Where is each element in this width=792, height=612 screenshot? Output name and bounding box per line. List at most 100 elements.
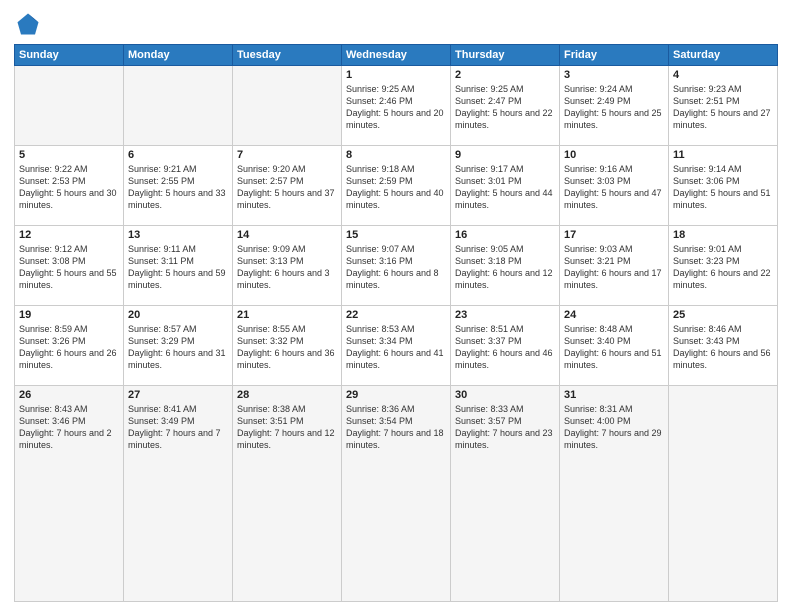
calendar-cell-w1-d1: 6 Sunrise: 9:21 AM Sunset: 2:55 PM Daylig… [124, 146, 233, 226]
calendar-cell-w2-d3: 15Sunrise: 9:07 AM Sunset: 3:16 PM Dayli… [342, 226, 451, 306]
cell-content: Sunrise: 8:55 AM Sunset: 3:32 PM Dayligh… [237, 323, 337, 372]
day-number: 28 [237, 389, 337, 401]
calendar-cell-w3-d1: 20Sunrise: 8:57 AM Sunset: 3:29 PM Dayli… [124, 306, 233, 386]
calendar-cell-w2-d5: 17 Sunrise: 9:03 AM Sunset: 3:21 PM Dayli… [560, 226, 669, 306]
cell-content: Sunrise: 9:01 AM Sunset: 3:23 PM Dayligh… [673, 243, 773, 292]
day-number: 2 [455, 69, 555, 81]
cell-content: Sunrise: 8:38 AM Sunset: 3:51 PM Dayligh… [237, 403, 337, 452]
calendar-cell-w0-d5: 3Sunrise: 9:24 AM Sunset: 2:49 PM Daylig… [560, 66, 669, 146]
calendar-cell-w3-d6: 25 Sunrise: 8:46 AM Sunset: 3:43 PM Dayli… [669, 306, 778, 386]
day-number: 11 [673, 149, 773, 161]
calendar-cell-w4-d5: 31 Sunrise: 8:31 AM Sunset: 4:00 PM Dayli… [560, 386, 669, 602]
weekday-header-tuesday: Tuesday [233, 45, 342, 66]
weekday-header-friday: Friday [560, 45, 669, 66]
day-number: 23 [455, 309, 555, 321]
day-number: 26 [19, 389, 119, 401]
weekday-header-row: SundayMondayTuesdayWednesdayThursdayFrid… [15, 45, 778, 66]
weekday-header-monday: Monday [124, 45, 233, 66]
cell-content: Sunrise: 9:05 AM Sunset: 3:18 PM Dayligh… [455, 243, 555, 292]
calendar-cell-w4-d3: 29 Sunrise: 8:36 AM Sunset: 3:54 PM Dayli… [342, 386, 451, 602]
cell-content: Sunrise: 9:25 AM Sunset: 2:47 PM Dayligh… [455, 83, 555, 132]
calendar-cell-w1-d2: 7Sunrise: 9:20 AM Sunset: 2:57 PM Daylig… [233, 146, 342, 226]
calendar-cell-w4-d2: 28 Sunrise: 8:38 AM Sunset: 3:51 PM Dayli… [233, 386, 342, 602]
cell-content: Sunrise: 9:18 AM Sunset: 2:59 PM Dayligh… [346, 163, 446, 212]
cell-content: Sunrise: 8:36 AM Sunset: 3:54 PM Dayligh… [346, 403, 446, 452]
cell-content: Sunrise: 9:24 AM Sunset: 2:49 PM Dayligh… [564, 83, 664, 132]
day-number: 29 [346, 389, 446, 401]
cell-content: Sunrise: 8:33 AM Sunset: 3:57 PM Dayligh… [455, 403, 555, 452]
calendar-cell-w2-d4: 16 Sunrise: 9:05 AM Sunset: 3:18 PM Dayli… [451, 226, 560, 306]
calendar-cell-w1-d4: 9 Sunrise: 9:17 AM Sunset: 3:01 PM Daylig… [451, 146, 560, 226]
day-number: 1 [346, 69, 446, 81]
day-number: 19 [19, 309, 119, 321]
calendar-cell-w1-d5: 10 Sunrise: 9:16 AM Sunset: 3:03 PM Dayli… [560, 146, 669, 226]
day-number: 17 [564, 229, 664, 241]
calendar-cell-w1-d3: 8 Sunrise: 9:18 AM Sunset: 2:59 PM Daylig… [342, 146, 451, 226]
day-number: 8 [346, 149, 446, 161]
calendar-week-2: 12 Sunrise: 9:12 AM Sunset: 3:08 PM Dayli… [15, 226, 778, 306]
day-number: 4 [673, 69, 773, 81]
calendar-cell-w2-d6: 18Sunrise: 9:01 AM Sunset: 3:23 PM Dayli… [669, 226, 778, 306]
cell-content: Sunrise: 9:17 AM Sunset: 3:01 PM Dayligh… [455, 163, 555, 212]
calendar-cell-w2-d2: 14 Sunrise: 9:09 AM Sunset: 3:13 PM Dayli… [233, 226, 342, 306]
cell-content: Sunrise: 9:14 AM Sunset: 3:06 PM Dayligh… [673, 163, 773, 212]
calendar-cell-w2-d1: 13 Sunrise: 9:11 AM Sunset: 3:11 PM Dayli… [124, 226, 233, 306]
calendar-cell-w4-d1: 27 Sunrise: 8:41 AM Sunset: 3:49 PM Dayli… [124, 386, 233, 602]
day-number: 20 [128, 309, 228, 321]
weekday-header-sunday: Sunday [15, 45, 124, 66]
cell-content: Sunrise: 9:21 AM Sunset: 2:55 PM Dayligh… [128, 163, 228, 212]
cell-content: Sunrise: 8:43 AM Sunset: 3:46 PM Dayligh… [19, 403, 119, 452]
day-number: 24 [564, 309, 664, 321]
day-number: 27 [128, 389, 228, 401]
cell-content: Sunrise: 8:59 AM Sunset: 3:26 PM Dayligh… [19, 323, 119, 372]
day-number: 5 [19, 149, 119, 161]
day-number: 12 [19, 229, 119, 241]
day-number: 16 [455, 229, 555, 241]
cell-content: Sunrise: 8:41 AM Sunset: 3:49 PM Dayligh… [128, 403, 228, 452]
calendar-week-0: 1 Sunrise: 9:25 AM Sunset: 2:46 PM Daylig… [15, 66, 778, 146]
weekday-header-thursday: Thursday [451, 45, 560, 66]
cell-content: Sunrise: 8:46 AM Sunset: 3:43 PM Dayligh… [673, 323, 773, 372]
calendar-week-3: 19 Sunrise: 8:59 AM Sunset: 3:26 PM Dayli… [15, 306, 778, 386]
calendar-cell-w1-d0: 5Sunrise: 9:22 AM Sunset: 2:53 PM Daylig… [15, 146, 124, 226]
page: SundayMondayTuesdayWednesdayThursdayFrid… [0, 0, 792, 612]
day-number: 14 [237, 229, 337, 241]
day-number: 10 [564, 149, 664, 161]
calendar-cell-w3-d0: 19 Sunrise: 8:59 AM Sunset: 3:26 PM Dayli… [15, 306, 124, 386]
day-number: 31 [564, 389, 664, 401]
cell-content: Sunrise: 9:11 AM Sunset: 3:11 PM Dayligh… [128, 243, 228, 292]
cell-content: Sunrise: 9:03 AM Sunset: 3:21 PM Dayligh… [564, 243, 664, 292]
cell-content: Sunrise: 9:16 AM Sunset: 3:03 PM Dayligh… [564, 163, 664, 212]
day-number: 30 [455, 389, 555, 401]
day-number: 13 [128, 229, 228, 241]
day-number: 7 [237, 149, 337, 161]
calendar-cell-w3-d2: 21 Sunrise: 8:55 AM Sunset: 3:32 PM Dayli… [233, 306, 342, 386]
calendar-header: SundayMondayTuesdayWednesdayThursdayFrid… [15, 45, 778, 66]
cell-content: Sunrise: 9:23 AM Sunset: 2:51 PM Dayligh… [673, 83, 773, 132]
day-number: 25 [673, 309, 773, 321]
calendar-body: 1 Sunrise: 9:25 AM Sunset: 2:46 PM Daylig… [15, 66, 778, 602]
day-number: 9 [455, 149, 555, 161]
calendar-cell-w3-d5: 24 Sunrise: 8:48 AM Sunset: 3:40 PM Dayli… [560, 306, 669, 386]
day-number: 6 [128, 149, 228, 161]
calendar-cell-w0-d1 [124, 66, 233, 146]
calendar-week-4: 26 Sunrise: 8:43 AM Sunset: 3:46 PM Dayli… [15, 386, 778, 602]
calendar-cell-w0-d6: 4 Sunrise: 9:23 AM Sunset: 2:51 PM Daylig… [669, 66, 778, 146]
cell-content: Sunrise: 9:09 AM Sunset: 3:13 PM Dayligh… [237, 243, 337, 292]
calendar-week-1: 5Sunrise: 9:22 AM Sunset: 2:53 PM Daylig… [15, 146, 778, 226]
day-number: 21 [237, 309, 337, 321]
cell-content: Sunrise: 9:12 AM Sunset: 3:08 PM Dayligh… [19, 243, 119, 292]
calendar-cell-w0-d0 [15, 66, 124, 146]
cell-content: Sunrise: 9:25 AM Sunset: 2:46 PM Dayligh… [346, 83, 446, 132]
cell-content: Sunrise: 8:51 AM Sunset: 3:37 PM Dayligh… [455, 323, 555, 372]
calendar-cell-w0-d2 [233, 66, 342, 146]
cell-content: Sunrise: 8:31 AM Sunset: 4:00 PM Dayligh… [564, 403, 664, 452]
calendar-cell-w0-d3: 1 Sunrise: 9:25 AM Sunset: 2:46 PM Daylig… [342, 66, 451, 146]
cell-content: Sunrise: 8:53 AM Sunset: 3:34 PM Dayligh… [346, 323, 446, 372]
header [14, 10, 778, 38]
calendar-cell-w3-d4: 23 Sunrise: 8:51 AM Sunset: 3:37 PM Dayli… [451, 306, 560, 386]
calendar-cell-w3-d3: 22Sunrise: 8:53 AM Sunset: 3:34 PM Dayli… [342, 306, 451, 386]
calendar-cell-w4-d6 [669, 386, 778, 602]
cell-content: Sunrise: 8:48 AM Sunset: 3:40 PM Dayligh… [564, 323, 664, 372]
calendar-cell-w2-d0: 12 Sunrise: 9:12 AM Sunset: 3:08 PM Dayli… [15, 226, 124, 306]
